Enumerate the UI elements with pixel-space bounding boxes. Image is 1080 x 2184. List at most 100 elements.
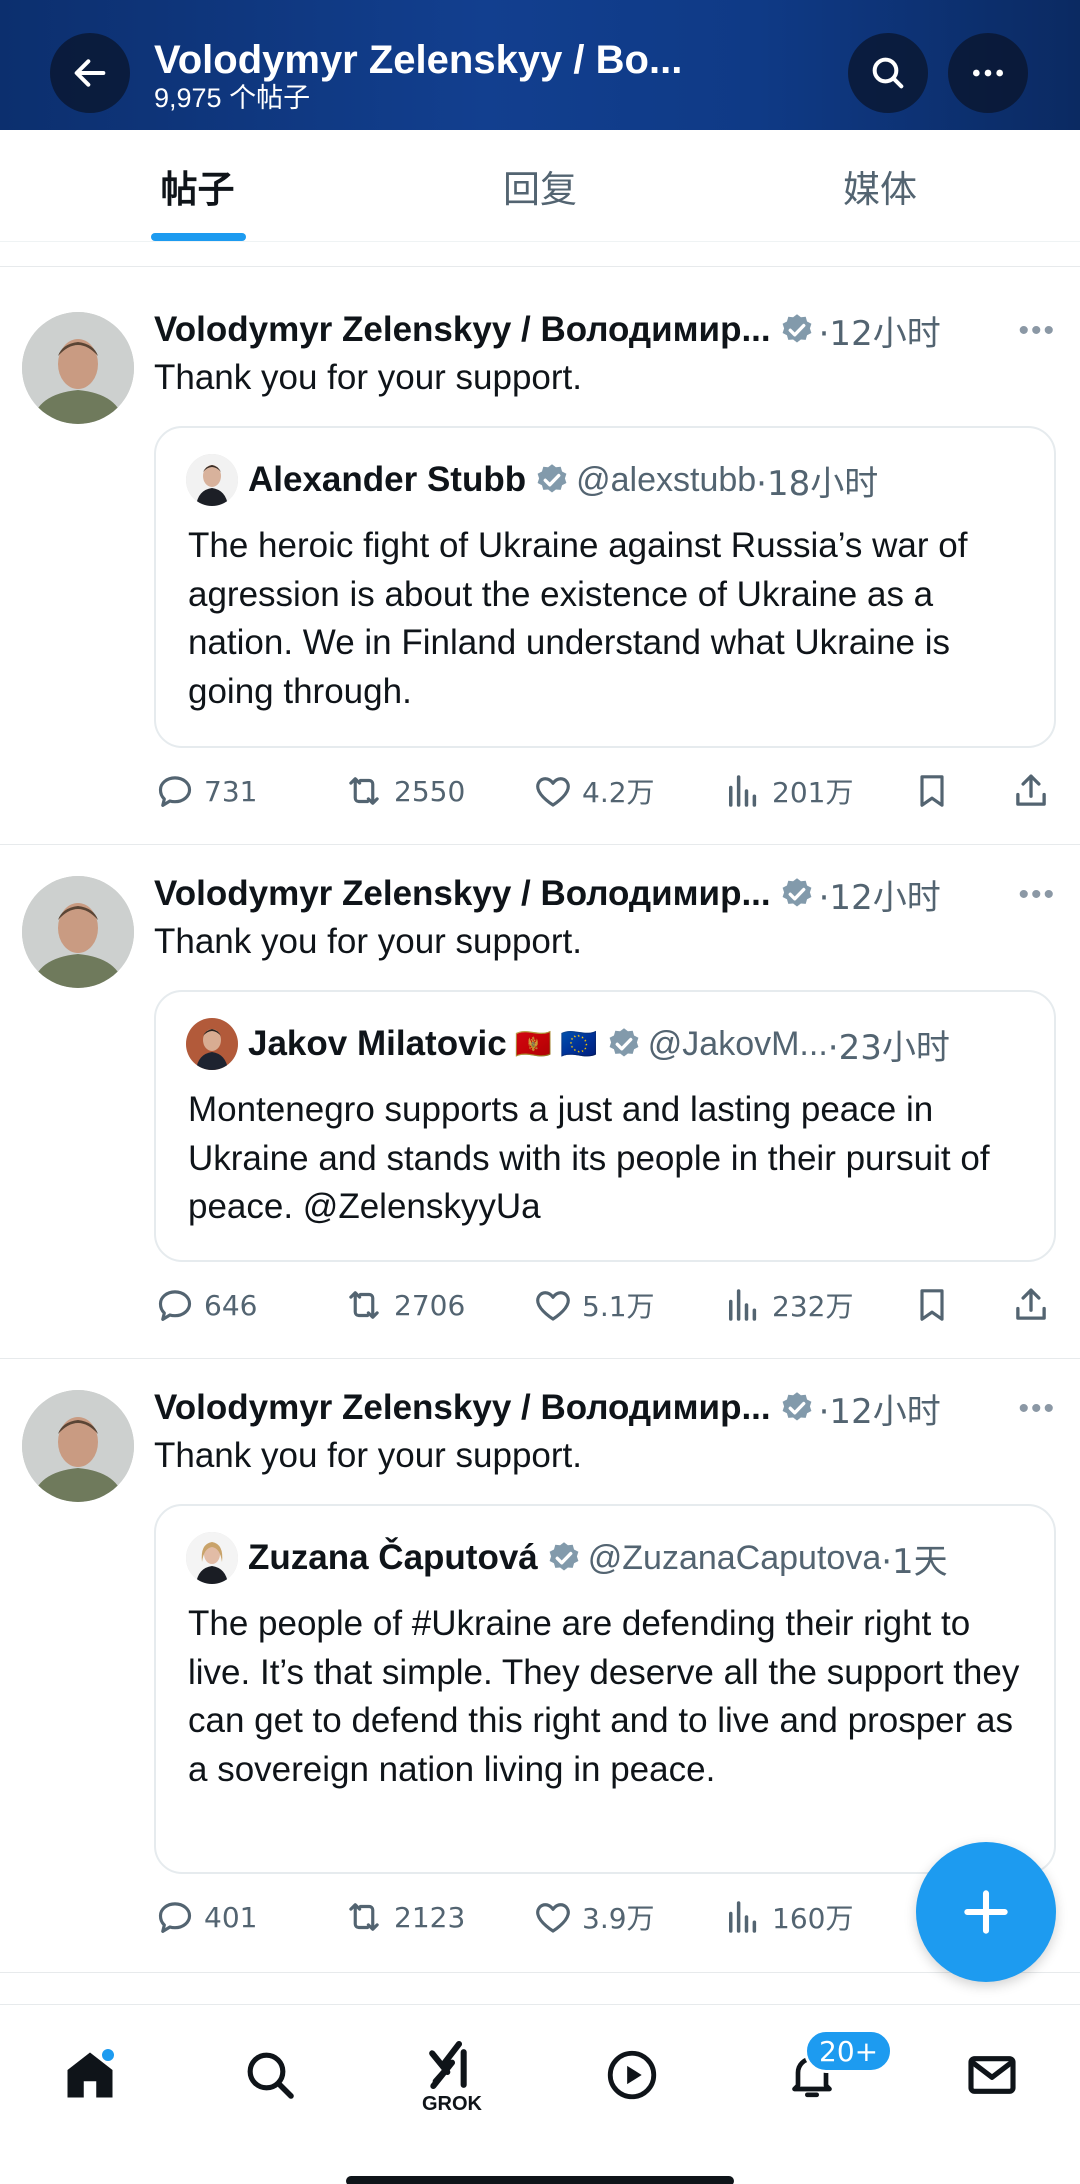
compose-button[interactable]: [916, 1842, 1056, 1982]
back-button[interactable]: [50, 33, 130, 113]
tab-posts[interactable]: 帖子: [0, 130, 395, 242]
reply-icon: [158, 1902, 192, 1933]
like-button[interactable]: 5.1万: [532, 1280, 655, 1330]
quote-time: ·1天: [881, 1541, 948, 1582]
tweet-more-button[interactable]: •••: [1018, 878, 1056, 912]
divider: [0, 266, 1080, 267]
plus-icon: [964, 1890, 1008, 1934]
author-name[interactable]: Volodymyr Zelenskyy / Володимир...: [154, 1388, 771, 1428]
quote-handle: @ZuzanaCaputova: [587, 1538, 882, 1577]
quoted-tweet[interactable]: Alexander Stubb @alexstubb ·18小时 The her…: [154, 426, 1056, 748]
quote-text: Montenegro supports a just and lasting p…: [188, 1090, 990, 1226]
arrow-left-icon: [74, 59, 106, 87]
heart-icon: [536, 777, 570, 807]
avatar[interactable]: [22, 312, 134, 424]
post-count: 9,975 个帖子: [154, 83, 311, 113]
avatar[interactable]: [22, 1390, 134, 1502]
verified-badge-icon: [782, 314, 812, 343]
verified-badge-icon: [537, 464, 567, 493]
search-button[interactable]: [848, 33, 928, 113]
quote-avatar: [186, 454, 238, 506]
quote-author-name[interactable]: Jakov Milatovic: [248, 1024, 507, 1064]
share-button[interactable]: [1010, 766, 1060, 816]
analytics-icon: [729, 1289, 757, 1321]
search-icon: [872, 57, 904, 89]
reply-button[interactable]: 731: [154, 766, 257, 816]
home-unread-dot: [100, 2047, 116, 2063]
author-name[interactable]: Volodymyr Zelenskyy / Володимир...: [154, 310, 771, 350]
like-button[interactable]: 3.9万: [532, 1892, 655, 1942]
more-horizontal-icon: [973, 69, 1003, 77]
views-count: 201万: [772, 776, 854, 809]
reply-button[interactable]: 646: [154, 1280, 257, 1330]
bookmark-icon: [920, 775, 944, 807]
tweet-text: Thank you for your support.: [154, 1436, 582, 1475]
repost-icon: [349, 1291, 379, 1319]
reply-icon: [158, 1290, 192, 1321]
nav-messages[interactable]: [952, 2035, 1032, 2115]
tweet[interactable]: Volodymyr Zelenskyy / Володимир... ·12小时…: [0, 300, 1080, 842]
repost-count: 2123: [394, 1900, 466, 1934]
bookmark-button[interactable]: [912, 766, 960, 816]
mail-icon: [968, 2056, 1016, 2094]
verified-badge-icon: [782, 1392, 812, 1421]
nav-home[interactable]: [50, 2035, 130, 2115]
tweet[interactable]: Volodymyr Zelenskyy / Володимир... ·12小时…: [0, 864, 1080, 1354]
reply-count: 646: [204, 1288, 258, 1322]
more-options-button[interactable]: [948, 33, 1028, 113]
repost-button[interactable]: 2706: [342, 1280, 465, 1330]
active-tab-indicator: [151, 233, 246, 241]
repost-button[interactable]: 2550: [342, 766, 465, 816]
tweet-time: ·12小时: [818, 877, 941, 918]
divider: [0, 1358, 1080, 1359]
reply-icon: [158, 776, 192, 807]
tweet-more-button[interactable]: •••: [1018, 1392, 1056, 1426]
author-name[interactable]: Volodymyr Zelenskyy / Володимир...: [154, 874, 771, 914]
bookmark-icon: [920, 1289, 944, 1321]
verified-badge-icon: [609, 1028, 639, 1057]
repost-count: 2706: [394, 1288, 466, 1322]
analytics-icon: [729, 775, 757, 807]
verified-badge-icon: [549, 1542, 579, 1571]
heart-icon: [536, 1903, 570, 1933]
views-button[interactable]: 232万: [722, 1280, 853, 1330]
bookmark-button[interactable]: [912, 1280, 960, 1330]
tab-media[interactable]: 媒体: [680, 130, 1080, 242]
quote-avatar: [186, 1018, 238, 1070]
nav-search[interactable]: [230, 2035, 310, 2115]
divider: [0, 844, 1080, 845]
quoted-tweet[interactable]: Zuzana Čaputová @ZuzanaCaputova ·1天 The …: [154, 1504, 1056, 1874]
share-button[interactable]: [1010, 1280, 1060, 1330]
quote-text: The heroic fight of Ukraine against Russ…: [188, 526, 968, 711]
tweet-text: Thank you for your support.: [154, 922, 582, 961]
verified-badge-icon: [782, 878, 812, 907]
heart-icon: [536, 1291, 570, 1321]
views-button[interactable]: 160万: [722, 1892, 853, 1942]
like-count: 5.1万: [582, 1290, 655, 1323]
profile-header: Volodymyr Zelenskyy / Bo... 9,975 个帖子: [0, 0, 1080, 130]
like-count: 3.9万: [582, 1902, 655, 1935]
avatar[interactable]: [22, 876, 134, 988]
tweet-actions: 731 2550 4.2万 201万: [154, 766, 1054, 816]
views-count: 160万: [772, 1902, 854, 1935]
quote-author-name[interactable]: Alexander Stubb: [248, 460, 526, 500]
quote-author-name[interactable]: Zuzana Čaputová: [248, 1538, 538, 1578]
tweet[interactable]: Volodymyr Zelenskyy / Володимир... ·12小时…: [0, 1378, 1080, 1958]
grok-label: GROK: [422, 2093, 482, 2115]
nav-video[interactable]: [592, 2035, 672, 2115]
search-icon: [247, 2052, 294, 2099]
tweet-more-button[interactable]: •••: [1018, 314, 1056, 348]
like-count: 4.2万: [582, 776, 655, 809]
quote-text: The people of #Ukraine are defending the…: [188, 1604, 1020, 1789]
repost-icon: [349, 777, 379, 805]
quote-time: ·18小时: [756, 463, 879, 504]
reply-button[interactable]: 401: [154, 1892, 257, 1942]
notifications-badge: 20+: [804, 2029, 894, 2073]
like-button[interactable]: 4.2万: [532, 766, 655, 816]
repost-button[interactable]: 2123: [342, 1892, 465, 1942]
views-button[interactable]: 201万: [722, 766, 853, 816]
divider: [0, 1972, 1080, 1973]
tweet-actions: 646 2706 5.1万 232万: [154, 1280, 1054, 1330]
reply-count: 731: [204, 774, 258, 808]
quoted-tweet[interactable]: Jakov Milatovic 🇲🇪 🇪🇺 @JakovM... ·23小时 M…: [154, 990, 1056, 1262]
